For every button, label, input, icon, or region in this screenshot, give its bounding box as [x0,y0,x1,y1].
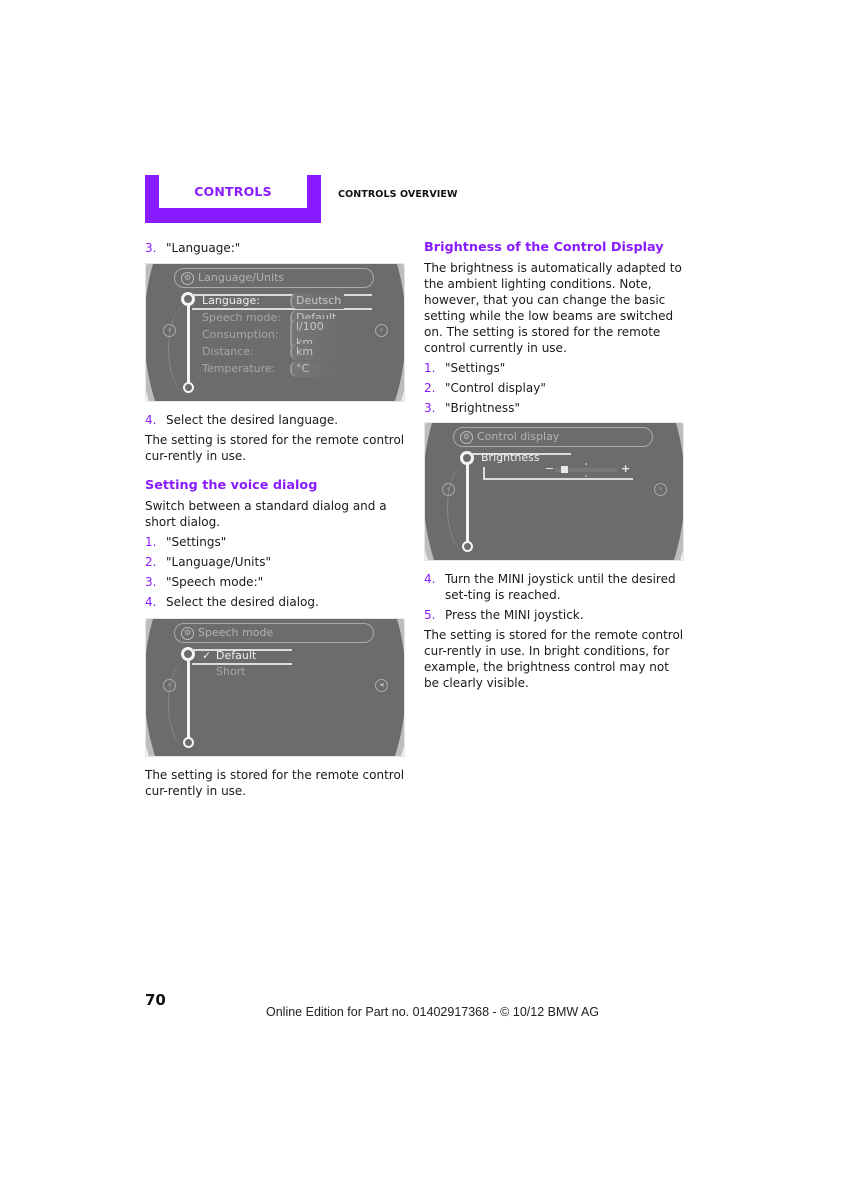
menu-rail [187,300,190,386]
nav-left-icon: ‹ [442,483,455,496]
step-text: "Language/Units" [166,555,271,569]
step-text: "Brightness" [445,401,520,415]
step-number: 4. [145,413,157,427]
paragraph: The brightness is automatically adapted … [424,261,682,355]
option-label: Default [216,649,257,662]
step-item: 3. "Language:" [145,240,407,256]
step-number: 5. [424,608,436,622]
nav-left-icon: ‹ [163,324,176,337]
left-column: 3. "Language:" ⚙ Language/Units ‹ › Lang… [145,240,407,803]
menu-value: °C [290,361,344,377]
chapter-tab-label: CONTROLS [194,184,272,199]
option-label: Short [216,665,246,678]
rail-knob-bottom-icon [183,737,194,748]
option-short: Short [202,664,246,680]
bracket-line [483,478,633,480]
step-number: 3. [145,575,157,589]
paragraph: The setting is stored for the remote con… [145,768,405,798]
screen-titlebar: ⚙ Language/Units [174,268,374,288]
step-number: 4. [145,595,157,609]
nav-left-icon: ‹ [163,679,176,692]
section-heading: Brightness of the Control Display [424,240,664,255]
step-item: 5. Press the MINI joystick. [424,607,686,623]
checkmark-icon: ✓ [202,649,212,662]
menu-label: Consumption: [202,328,279,341]
screen-title: Control display [477,430,560,443]
screen-title: Language/Units [198,271,285,284]
speech-mode-screen: ⚙ Speech mode ‹ ◂ ✓ Default Short [145,618,405,757]
menu-label: Brightness [481,451,540,464]
step-number: 1. [145,535,157,549]
step-item: 3. "Speech mode:" [145,574,407,590]
step-number: 1. [424,361,436,375]
menu-row-brightness: Brightness [481,450,540,466]
step-text: "Settings" [166,535,227,549]
menu-value: Deutsch [290,293,344,309]
slider-tick [585,463,587,465]
menu-label: Temperature: [202,362,276,375]
step-item: 4. Select the desired dialog. [145,594,407,610]
menu-value: km [290,344,344,360]
menu-row-distance: Distance: km [202,344,344,360]
menu-rail [466,459,469,545]
step-text: "Settings" [445,361,506,375]
speaker-icon: ◂ [375,679,388,692]
step-number: 2. [424,381,436,395]
step-text: "Language:" [166,241,241,255]
step-item: 2. "Control display" [424,380,686,396]
chapter-tab: CONTROLS [159,175,307,208]
menu-label: Distance: [202,345,254,358]
option-default: ✓ Default [202,648,256,664]
nav-right-icon: › [654,483,667,496]
step-text: "Control display" [445,381,546,395]
edition-notice: Online Edition for Part no. 01402917368 … [266,1005,600,1019]
menu-label: Speech mode: [202,311,281,324]
step-item: 1. "Settings" [424,360,686,376]
section-heading: Setting the voice dialog [145,478,318,493]
menu-row-temperature: Temperature: °C [202,361,344,377]
settings-gear-icon: ⚙ [181,626,194,640]
rail-knob-bottom-icon [462,541,473,552]
step-number: 3. [424,401,436,415]
step-item: 1. "Settings" [145,534,407,550]
language-units-screen: ⚙ Language/Units ‹ › Language: Deutsch S… [145,263,405,402]
rail-knob-bottom-icon [183,382,194,393]
slider-tick [585,475,587,477]
step-text: Turn the MINI joystick until the desired… [445,572,676,602]
settings-gear-icon: ⚙ [181,271,194,285]
step-item: 4. Select the desired language. [145,412,407,428]
page-number: 70 [145,991,166,1009]
menu-label: Language: [202,294,260,307]
brightness-slider: − + [545,462,633,477]
step-number: 4. [424,572,436,586]
step-text: Select the desired language. [166,413,339,427]
step-text: Select the desired dialog. [166,595,319,609]
paragraph: The setting is stored for the remote con… [424,628,684,690]
paragraph: Switch between a standard dialog and a s… [145,499,387,529]
step-item: 3. "Brightness" [424,400,686,416]
screen-titlebar: ⚙ Speech mode [174,623,374,643]
right-column: Brightness of the Control Display The br… [424,240,686,695]
nav-right-icon: › [375,324,388,337]
section-label: CONTROLS OVERVIEW [338,189,458,200]
settings-gear-icon: ⚙ [460,430,473,444]
minus-icon: − [545,462,555,475]
paragraph: The setting is stored for the remote con… [145,433,405,463]
screen-title: Speech mode [198,626,274,639]
menu-row-consumption: Consumption: l/100 km [202,319,344,351]
step-item: 2. "Language/Units" [145,554,407,570]
menu-row-language: Language: Deutsch [202,293,344,309]
step-text: "Speech mode:" [166,575,264,589]
step-item: 4. Turn the MINI joystick until the desi… [424,571,686,603]
step-text: Press the MINI joystick. [445,608,584,622]
slider-thumb [560,466,568,473]
plus-icon: + [621,462,631,475]
step-number: 3. [145,241,157,255]
menu-rail [187,655,190,741]
control-display-screen: ⚙ Control display ‹ › Brightness − + [424,422,684,561]
screen-titlebar: ⚙ Control display [453,427,653,447]
step-number: 2. [145,555,157,569]
